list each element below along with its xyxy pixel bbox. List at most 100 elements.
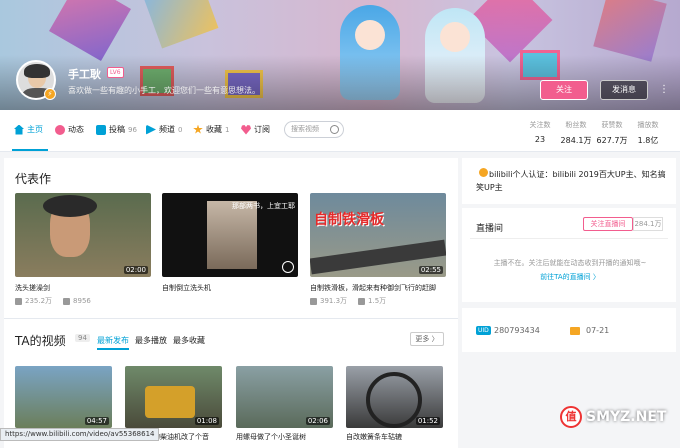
tab-uploads-count: 96 xyxy=(128,125,137,134)
video-thumbnail[interactable]: 那部两书，上宜工耶 xyxy=(162,193,298,277)
video-title[interactable]: 自改嫩簧条车轱辘 xyxy=(346,432,443,442)
banner-ribbon xyxy=(141,0,219,49)
thumb-overlay-text: 自制铁滑板 xyxy=(314,212,384,228)
ta-videos-count: 94 xyxy=(75,334,90,342)
watermark-logo-icon: 值 xyxy=(560,406,582,428)
section-divider xyxy=(4,318,458,319)
play-count: 391.3万 xyxy=(320,297,348,305)
danmaku-count: 1.5万 xyxy=(368,297,387,305)
tab-subscriptions-label: 订阅 xyxy=(254,125,270,134)
video-thumbnail[interactable]: 04:57 xyxy=(15,366,112,428)
dynamic-icon xyxy=(55,124,65,135)
video-title[interactable]: 自制铁滑板，滑起来有种御剑飞行的赶脚 xyxy=(310,283,446,293)
tab-uploads[interactable]: 投稿 96 xyxy=(96,124,137,135)
verification-text: bilibili个人认证：bilibili 2019百大UP主、知名搞笑UP主 xyxy=(476,170,666,192)
video-title[interactable]: 自制倒立洗头机 xyxy=(162,283,211,293)
danmaku-icon xyxy=(358,297,366,305)
watermark: 值 SMYZ.NET xyxy=(560,406,666,428)
username: 手工耿 xyxy=(68,68,101,81)
channel-icon xyxy=(146,124,156,135)
video-duration: 02:00 xyxy=(123,266,148,274)
video-duration: 01:08 xyxy=(194,417,219,425)
stat-plays: 播放数 1.8亿 xyxy=(630,120,666,146)
tab-channel-count: 0 xyxy=(178,125,183,134)
uid-value: 280793434 xyxy=(494,326,540,335)
stat-following[interactable]: 关注数 23 xyxy=(522,120,558,144)
danmaku-count: 8956 xyxy=(73,297,91,305)
tab-home-label: 主页 xyxy=(27,125,43,134)
follow-live-button[interactable]: 关注直播间 xyxy=(583,217,633,231)
video-thumbnail[interactable]: 02:06 xyxy=(236,366,333,428)
upload-icon xyxy=(96,124,106,135)
video-duration: 04:57 xyxy=(84,417,109,425)
verified-badge-icon: ⚡ xyxy=(44,88,56,100)
message-button[interactable]: 发消息 xyxy=(600,80,648,100)
stat-label: 播放数 xyxy=(637,121,659,129)
star-icon xyxy=(193,124,203,134)
video-stats: 391.3万 1.5万 xyxy=(310,296,386,306)
search-icon[interactable] xyxy=(330,125,339,134)
stat-likes: 获赞数 627.7万 xyxy=(594,120,630,146)
tab-dynamic-label: 动态 xyxy=(68,125,84,134)
tab-favorites[interactable]: 收藏 1 xyxy=(193,124,229,135)
video-stats: 235.2万 8956 xyxy=(15,296,91,306)
tab-latest[interactable]: 最新发布 xyxy=(97,335,129,350)
user-signature[interactable]: 喜欢做一些有趣的小手工，欢迎您们一些有意思想法。 xyxy=(68,85,260,96)
masterpiece-title: 代表作 xyxy=(15,172,52,186)
tab-channel-label: 频道 xyxy=(159,125,175,134)
stat-label: 关注数 xyxy=(529,121,551,129)
home-icon xyxy=(14,124,24,135)
thumb-engine xyxy=(145,386,195,418)
video-thumbnail[interactable]: 自制铁滑板 02:55 xyxy=(310,193,446,277)
live-follower-count: 284.1万 xyxy=(633,217,663,231)
tab-favorites-label: 收藏 xyxy=(206,125,222,134)
tab-home[interactable]: 主页 xyxy=(14,124,43,135)
tab-uploads-label: 投稿 xyxy=(109,125,125,134)
follow-button[interactable]: 关注 xyxy=(540,80,588,100)
birthday-value: 07-21 xyxy=(586,326,610,335)
stat-value: 284.1万 xyxy=(560,136,592,145)
video-duration: 02:55 xyxy=(418,266,443,274)
video-title[interactable]: 洗头搓澡剑 xyxy=(15,283,50,293)
active-tab-indicator xyxy=(12,149,48,151)
thumb-wheel xyxy=(366,372,422,428)
banner-character-face xyxy=(355,20,385,50)
stat-followers[interactable]: 粉丝数 284.1万 xyxy=(558,120,594,146)
live-offline-message: 主播不在。关注后就能在动态收到开播的通知哦~ xyxy=(493,259,647,267)
video-thumbnail[interactable]: 02:00 xyxy=(15,193,151,277)
stat-value: 1.8亿 xyxy=(637,136,659,145)
go-to-live-room-link[interactable]: 前往TA的直播间 〉 xyxy=(470,272,670,282)
video-thumbnail[interactable]: 01:52 xyxy=(346,366,443,428)
birthday-icon xyxy=(570,327,580,335)
more-videos-button[interactable]: 更多 〉 xyxy=(410,332,444,346)
status-url: https://www.bilibili.com/video/av5536861… xyxy=(0,428,160,441)
thumb-scene xyxy=(207,201,257,269)
stat-label: 粉丝数 xyxy=(565,121,587,129)
play-count-icon xyxy=(15,297,22,305)
video-title[interactable]: 用螺母做了个小圣诞树 xyxy=(236,432,333,442)
tab-most-favorited[interactable]: 最多收藏 xyxy=(173,335,205,346)
thumb-overlay-text: 那部两书，上宜工耶 xyxy=(232,202,295,210)
video-thumbnail[interactable]: 01:08 xyxy=(125,366,222,428)
heart-icon xyxy=(241,125,251,135)
tab-channel[interactable]: 频道 0 xyxy=(146,124,182,135)
play-count: 235.2万 xyxy=(25,297,53,305)
thumb-hair xyxy=(43,195,97,217)
video-duration: 01:52 xyxy=(415,417,440,425)
avatar-hair xyxy=(24,64,50,78)
tab-most-played[interactable]: 最多播放 xyxy=(135,335,167,346)
level-badge: LV6 xyxy=(107,67,124,78)
tab-dynamic[interactable]: 动态 xyxy=(55,124,84,135)
watermark-text: SMYZ.NET xyxy=(586,409,667,425)
tab-subscriptions[interactable]: 订阅 xyxy=(241,124,270,135)
uid-icon: UID xyxy=(476,326,491,335)
banner-character-face xyxy=(440,22,470,52)
banner-ribbon xyxy=(49,0,131,61)
video-duration: 02:06 xyxy=(305,417,330,425)
clock-icon xyxy=(282,261,294,273)
ta-videos-title: TA的视频 xyxy=(15,334,66,348)
more-options-icon[interactable]: ⋮ xyxy=(659,84,669,95)
stat-label: 获赞数 xyxy=(601,121,623,129)
stat-value: 23 xyxy=(534,135,546,144)
banner-ribbon xyxy=(593,0,667,62)
